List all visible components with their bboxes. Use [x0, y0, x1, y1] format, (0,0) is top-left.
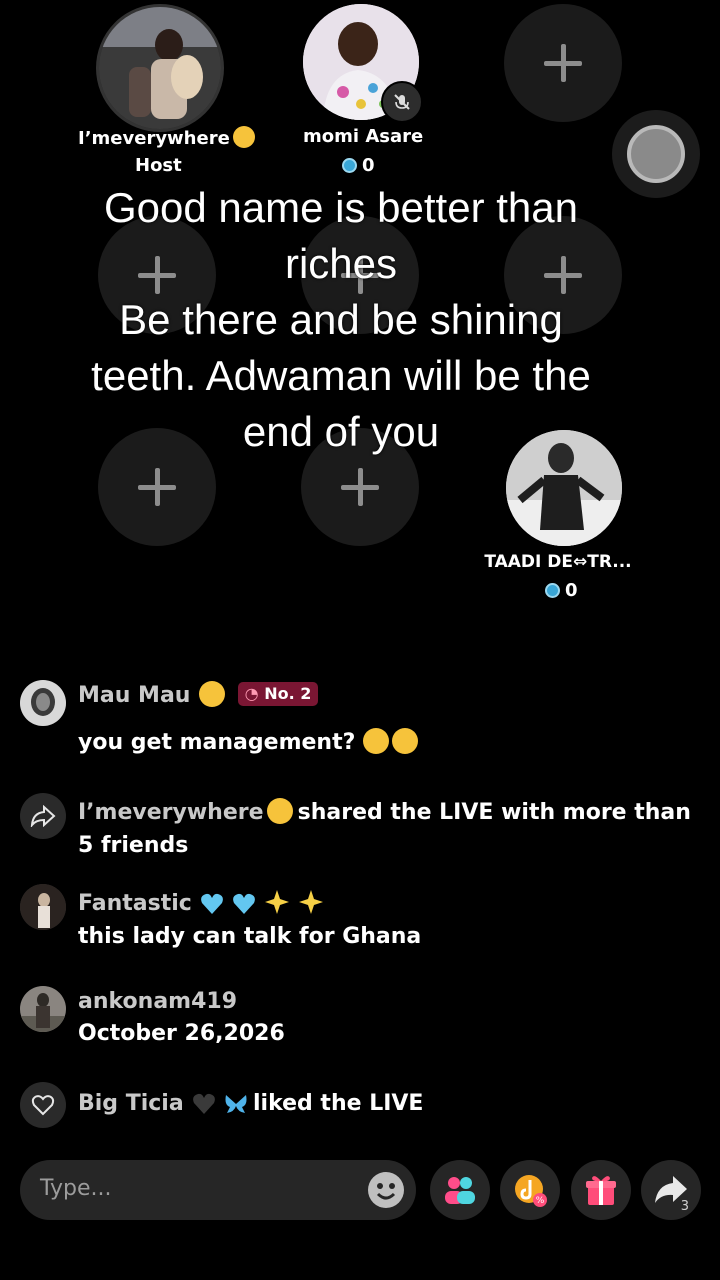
chat-username[interactable]: Mau Mau: [78, 683, 190, 708]
gem-icon: [545, 583, 560, 598]
chat-username[interactable]: Big Ticia: [78, 1091, 184, 1116]
chat-username[interactable]: Fantastic: [78, 891, 192, 916]
chat-username[interactable]: ankonam419: [78, 986, 700, 1018]
plus-icon: [504, 4, 622, 122]
comment-placeholder: Type...: [40, 1176, 112, 1201]
assist-circle-icon: [627, 125, 685, 183]
chat-message: ankonam419 October 26,2026: [20, 986, 700, 1046]
chat-message: Big Ticia liked the LIVE: [20, 1082, 700, 1128]
gift-button[interactable]: [571, 1160, 631, 1220]
host-avatar[interactable]: [96, 4, 224, 132]
coupon-button[interactable]: %: [500, 1160, 560, 1220]
tiktok-coupon-icon: %: [515, 1175, 547, 1207]
guests-icon: [445, 1177, 475, 1204]
chat-text: this lady can talk for Ghana: [78, 924, 422, 949]
gem-icon: [342, 158, 357, 173]
chat-message: Mau Mau ◔ No. 2 you get management?: [20, 680, 700, 760]
share-count: 3: [680, 1199, 689, 1214]
chat-text: liked the LIVE: [252, 1091, 424, 1116]
guest-taadi-coins: 0: [545, 580, 578, 601]
mute-mic-icon: [381, 81, 423, 123]
comment-input[interactable]: Type...: [20, 1160, 416, 1220]
guest-momi-coins: 0: [342, 155, 375, 176]
chat-text: you get management?: [78, 730, 356, 755]
chat-text: October 26,2026: [78, 1021, 285, 1046]
guests-button[interactable]: [430, 1160, 490, 1220]
blue-heart-emoji-icon: [201, 893, 223, 914]
user-avatar[interactable]: [20, 884, 66, 930]
chat-username[interactable]: I’meverywhere: [78, 800, 264, 825]
share-arrow-icon: [20, 793, 66, 839]
smiley-icon[interactable]: [368, 1172, 404, 1208]
host-role: Host: [135, 155, 182, 176]
laughing-emoji-icon: [392, 728, 419, 754]
rolling-eyes-emoji-icon: [266, 798, 293, 824]
host-name: I’meverywhere: [78, 126, 255, 149]
share-button[interactable]: 3: [641, 1160, 701, 1220]
gift-icon: [586, 1176, 616, 1205]
rank-badge: ◔ No. 2: [237, 682, 319, 706]
rolling-eyes-emoji-icon: [232, 126, 255, 148]
heart-icon: [20, 1082, 66, 1128]
svg-text:%: %: [536, 1196, 545, 1206]
black-heart-emoji-icon: [192, 1093, 215, 1114]
sunglasses-emoji-icon: [198, 681, 225, 707]
laughing-emoji-icon: [363, 728, 390, 754]
blue-heart-emoji-icon: [233, 893, 255, 914]
user-avatar[interactable]: [20, 986, 66, 1032]
host-photo: [99, 7, 221, 129]
guest-taadi-name: TAADI DE⇔TR...: [484, 552, 632, 572]
guest-momi-name: momi Asare: [303, 126, 424, 147]
sparkle-star-emoji-icon: [299, 890, 324, 914]
empty-seat[interactable]: [504, 4, 622, 122]
butterfly-emoji-icon: [225, 1095, 247, 1113]
user-avatar[interactable]: [20, 680, 66, 726]
chat-message: I’meverywhere shared the LIVE with more …: [20, 793, 700, 865]
sparkle-star-emoji-icon: [265, 890, 290, 914]
video-caption: Good name is better than riches Be there…: [91, 184, 591, 455]
chat-message: Fantastic this lady can talk for Ghana: [20, 884, 700, 956]
